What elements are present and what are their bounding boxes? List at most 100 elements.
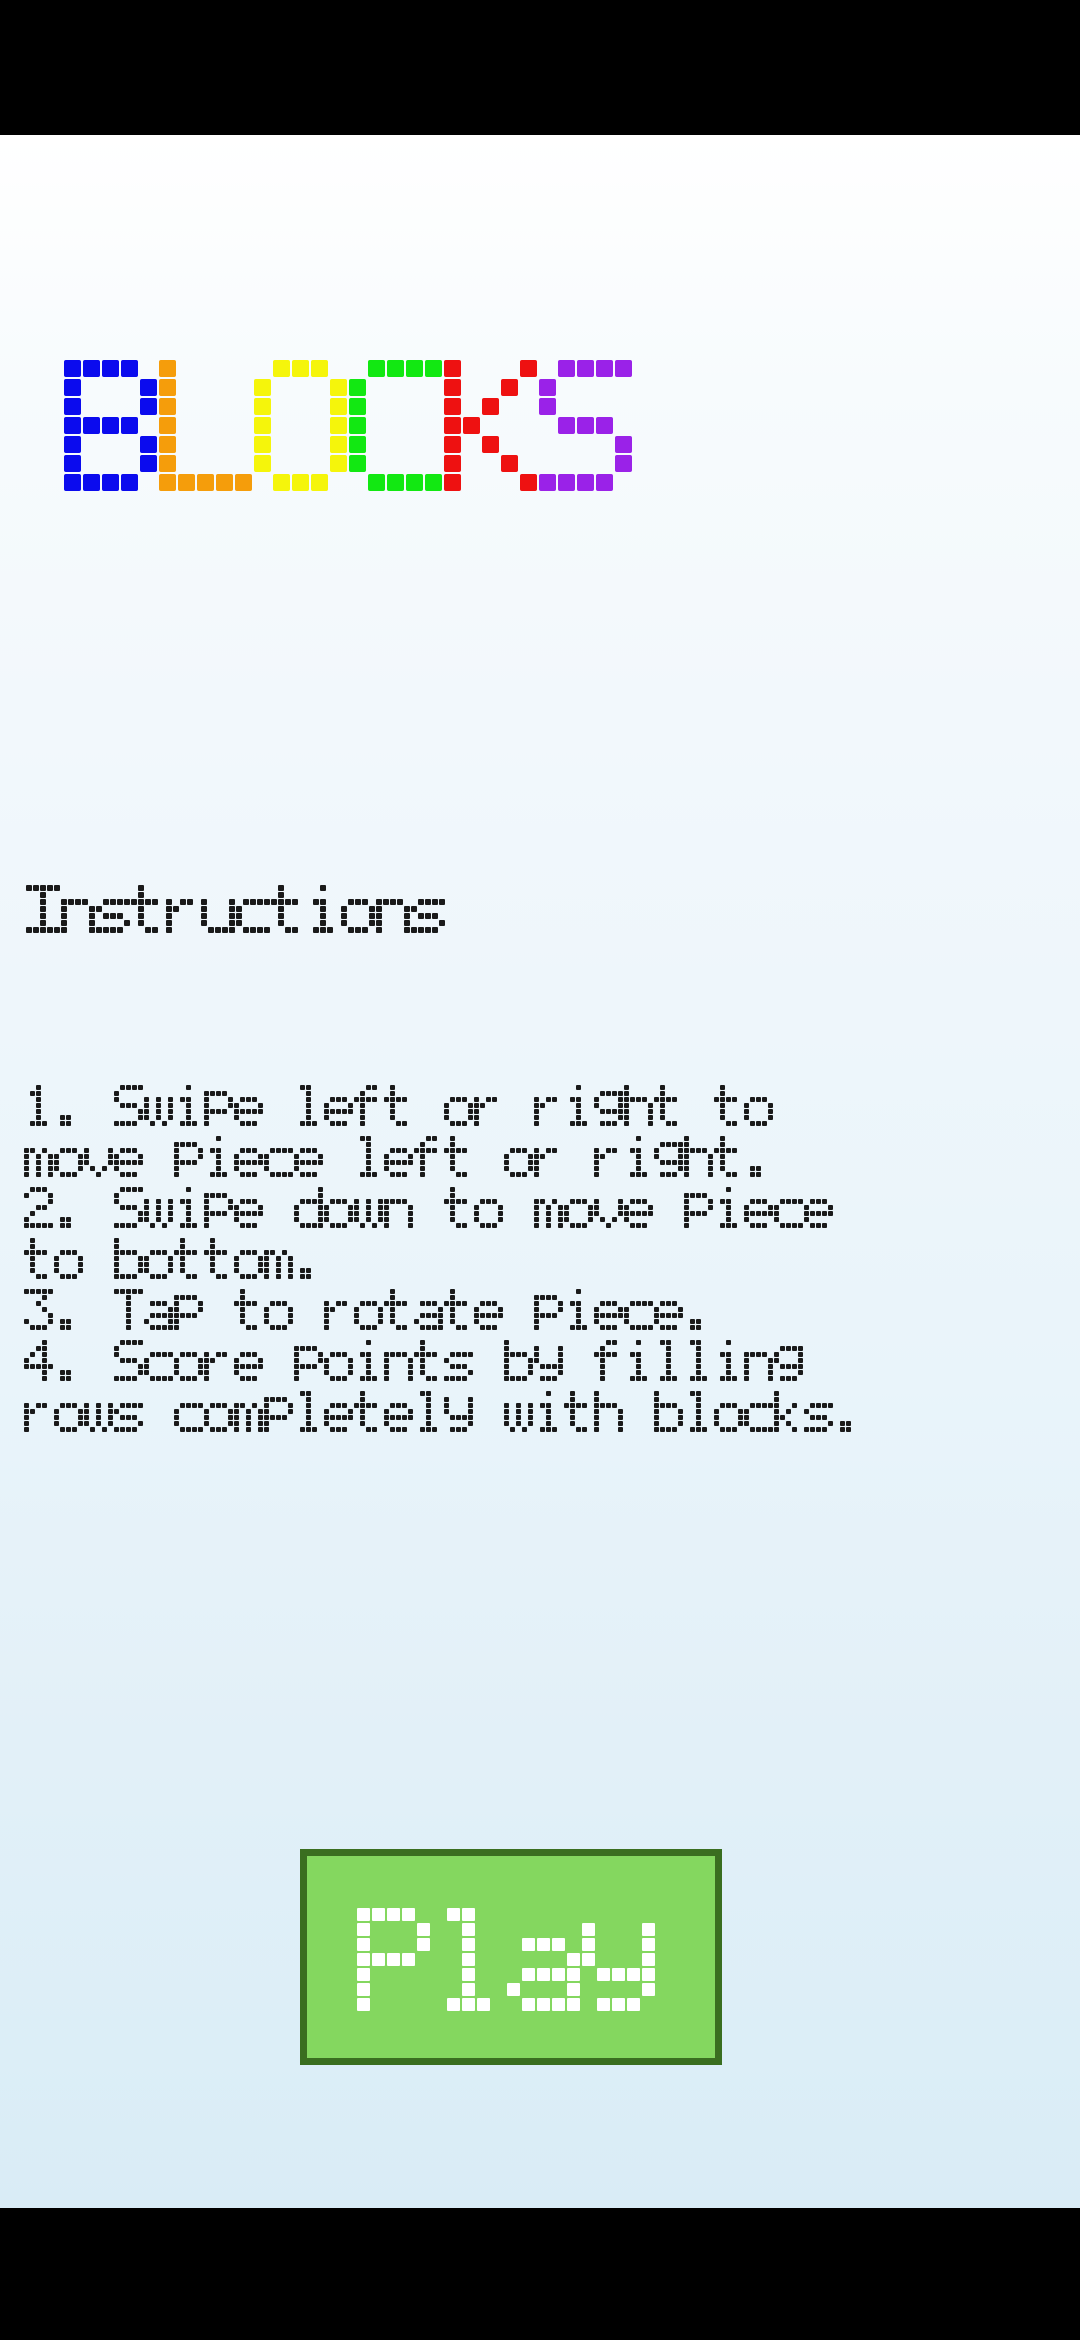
glyph [714, 1136, 744, 1178]
glyph [504, 1085, 534, 1127]
glyph [54, 1340, 84, 1382]
glyph [174, 1289, 204, 1331]
glyph [411, 885, 446, 934]
glyph [774, 1391, 804, 1433]
glyph [271, 885, 306, 934]
instruction-line [24, 1391, 1077, 1433]
glyph [594, 1289, 624, 1331]
glyph [774, 1340, 804, 1382]
glyph [24, 1391, 54, 1433]
title-letter-l [159, 360, 254, 493]
glyph [432, 1908, 507, 2013]
instruction-line [24, 1136, 964, 1178]
glyph [744, 1136, 774, 1178]
glyph [204, 1187, 234, 1229]
glyph [24, 1136, 54, 1178]
glyph [294, 1238, 324, 1280]
glyph [54, 1238, 84, 1280]
glyph [84, 1238, 114, 1280]
play-button[interactable] [300, 1849, 722, 2065]
glyph [354, 1187, 384, 1229]
glyph [624, 1340, 654, 1382]
glyph [324, 1391, 354, 1433]
glyph [594, 1187, 624, 1229]
glyph [594, 1391, 624, 1433]
glyph [684, 1391, 714, 1433]
glyph [354, 1340, 384, 1382]
glyph [24, 1289, 54, 1331]
glyph [264, 1085, 294, 1127]
glyph [84, 1085, 114, 1127]
glyph [166, 885, 201, 934]
glyph [264, 1238, 294, 1280]
glyph [84, 1136, 114, 1178]
glyph [84, 1187, 114, 1229]
glyph [354, 1391, 384, 1433]
glyph [54, 1289, 84, 1331]
glyph [654, 1085, 684, 1127]
glyph [54, 1136, 84, 1178]
glyph [504, 1340, 534, 1382]
glyph [684, 1340, 714, 1382]
glyph [744, 1187, 774, 1229]
glyph [504, 1391, 534, 1433]
glyph [264, 1187, 294, 1229]
glyph [384, 1085, 414, 1127]
glyph [174, 1187, 204, 1229]
glyph [582, 1908, 657, 2013]
glyph [174, 1085, 204, 1127]
glyph [384, 1136, 414, 1178]
glyph [504, 1289, 534, 1331]
glyph [234, 1391, 264, 1433]
glyph [624, 1085, 654, 1127]
glyph [564, 1085, 594, 1127]
glyph [414, 1289, 444, 1331]
glyph [264, 1289, 294, 1331]
glyph [474, 1289, 504, 1331]
glyph [324, 1085, 354, 1127]
glyph [534, 1391, 564, 1433]
glyph [294, 1391, 324, 1433]
glyph [624, 1136, 654, 1178]
game-screen [0, 0, 1080, 2340]
glyph [114, 1085, 144, 1127]
glyph [414, 1085, 444, 1127]
glyph [384, 1289, 414, 1331]
glyph [324, 1289, 354, 1331]
glyph [264, 1391, 294, 1433]
glyph [131, 885, 166, 934]
glyph [444, 1136, 474, 1178]
glyph [234, 1187, 264, 1229]
title-letter-o [254, 360, 349, 493]
glyph [174, 1391, 204, 1433]
glyph [204, 1136, 234, 1178]
glyph [96, 885, 131, 934]
instruction-line [24, 1289, 889, 1331]
glyph [654, 1391, 684, 1433]
glyph [534, 1136, 564, 1178]
title-letter-s [539, 360, 634, 493]
glyph [144, 1340, 174, 1382]
glyph [234, 1238, 264, 1280]
glyph [341, 885, 376, 934]
glyph [324, 1136, 354, 1178]
glyph [354, 1136, 384, 1178]
glyph [234, 1136, 264, 1178]
glyph [444, 1085, 474, 1127]
glyph [144, 1136, 174, 1178]
glyph [24, 1340, 54, 1382]
glyph [204, 1391, 234, 1433]
glyph [564, 1391, 594, 1433]
glyph [24, 1238, 54, 1280]
glyph [654, 1340, 684, 1382]
glyph [624, 1187, 654, 1229]
glyph [444, 1187, 474, 1229]
glyph [414, 1187, 444, 1229]
glyph [504, 1136, 534, 1178]
glyph [324, 1340, 354, 1382]
glyph [294, 1136, 324, 1178]
glyph [144, 1085, 174, 1127]
glyph [144, 1391, 174, 1433]
glyph [114, 1289, 144, 1331]
glyph [684, 1187, 714, 1229]
